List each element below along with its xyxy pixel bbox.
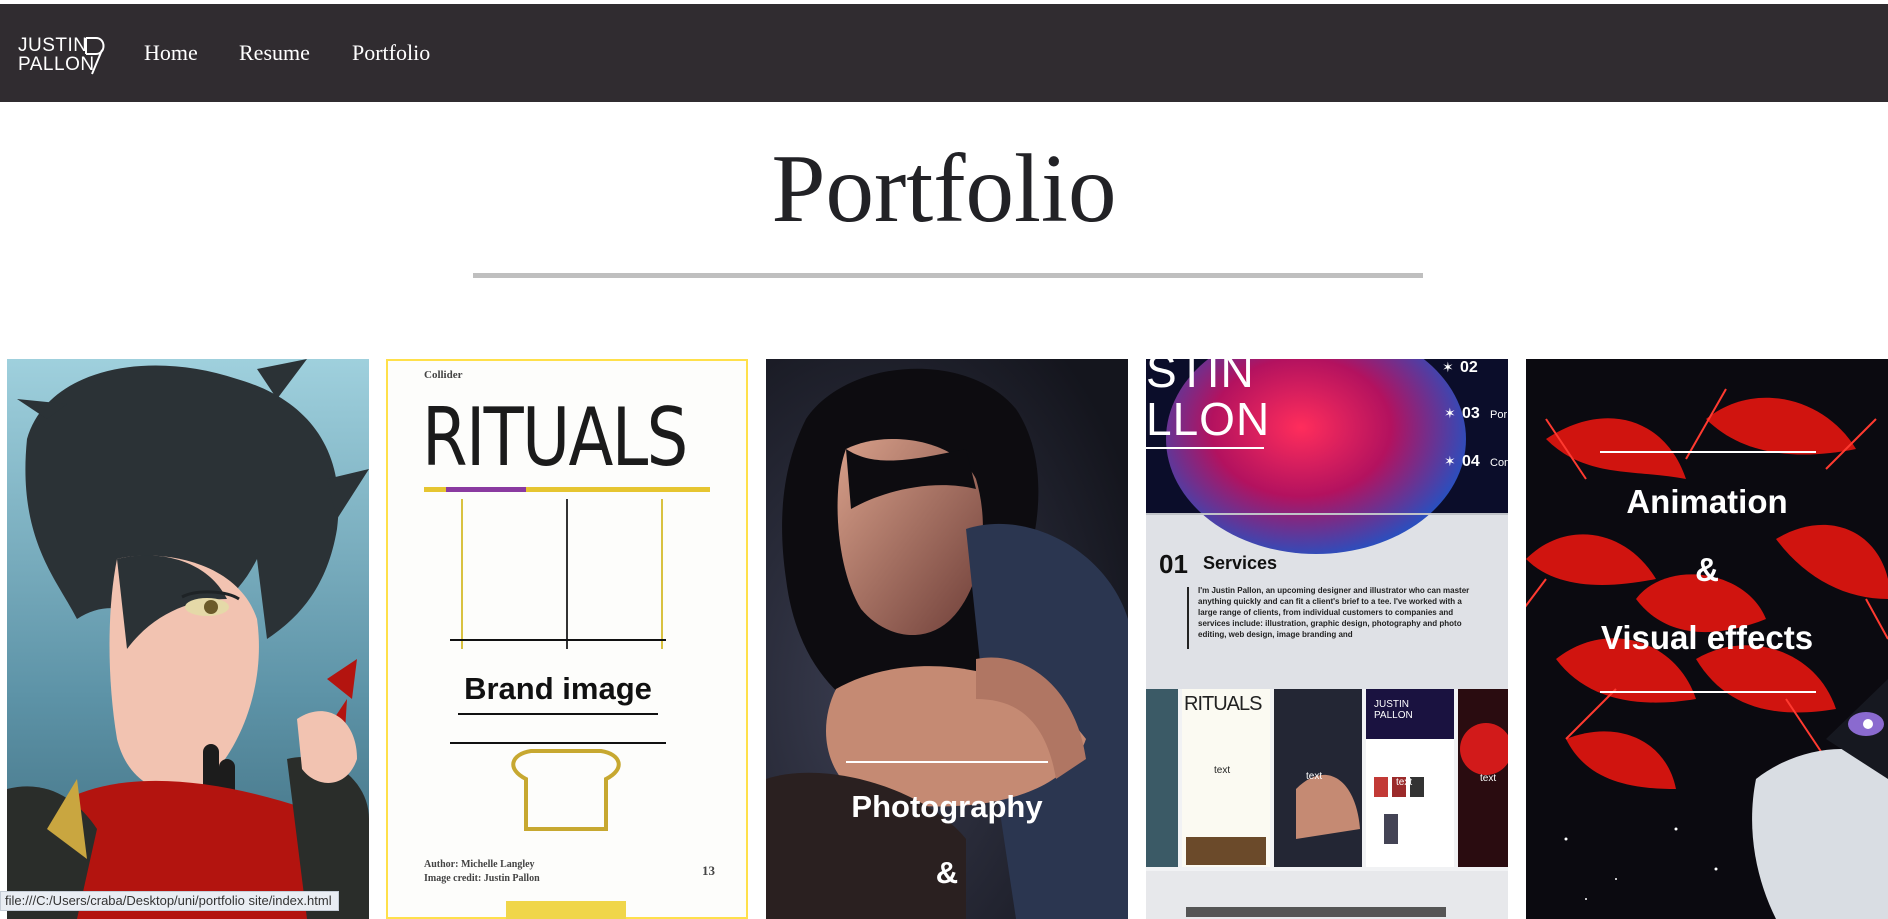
caption-underline [458,713,658,715]
gallery-tile-web-design[interactable]: STIN LLON ✶ 02 ✶ 03 Por ✶ 04 Conta 01 Se… [1146,359,1508,919]
caption-top-rule [1600,451,1816,453]
magazine-label: Collider [424,369,463,381]
tile-caption-ampersand: & [935,855,959,890]
mockup-menu-star-icon: ✶ [1444,405,1456,421]
mockup-section-number: 01 [1159,549,1188,579]
mockup-thumb-text: text [1480,773,1497,784]
gallery-tile-photography[interactable]: Photography & [766,359,1128,919]
mockup-logo-underline [1146,447,1264,449]
gallery-tile-animation[interactable]: Animation & Visual effects [1526,359,1888,919]
gallery-tile-illustration[interactable] [7,359,369,919]
magazine-credit: Image credit: Justin Pallon [424,873,540,884]
mockup-logo-line-2: LLON [1146,393,1271,445]
navbar: JUSTIN PALLON Home Resume Portfolio [0,4,1888,102]
title-divider [473,273,1423,278]
logo-line-1: JUSTIN [18,35,88,56]
mockup-logo-line-1: STIN [1146,359,1255,397]
mockup-section-title: Services [1203,553,1278,573]
mockup-thumb-text: text [1396,777,1413,788]
mockup-menu-num-1: 02 [1460,359,1478,376]
caption-overline [846,761,1048,763]
magazine-page-number: 13 [702,863,715,878]
nav-link-portfolio[interactable]: Portfolio [352,40,430,66]
magazine-title: RITUALS [422,391,688,484]
mockup-thumb-title: RITUALS [1184,693,1262,715]
mockup-thumb-logo: JUSTIN PALLON [1374,699,1413,721]
browser-status-url: file:///C:/Users/craba/Desktop/uni/portf… [0,891,339,911]
page-title: Portfolio [771,135,1117,242]
mockup-body-text: I'm Justin Pallon, an upcoming designer … [1198,586,1470,639]
site-logo[interactable]: JUSTIN PALLON [18,34,108,76]
mockup-menu-num-3: 04 [1462,453,1480,470]
mockup-menu-num-2: 03 [1462,405,1480,422]
mockup-menu-label-2: Por [1490,409,1508,421]
mockup-thumb-text: text [1214,765,1231,776]
logo-p-mark-icon [85,37,105,75]
tile-caption-photography: Photography [851,789,1043,824]
tile-caption-brand-image: Brand image [464,671,652,706]
mockup-menu-label-3: Conta [1490,457,1508,469]
mockup-menu-star-icon: ✶ [1444,453,1456,469]
gallery-tile-brand-image[interactable]: Collider RITUALS Brand image Author: Mic… [386,359,748,919]
illustration-image [7,359,369,919]
tile-caption-visual-effects: Visual effects [1600,619,1814,656]
mockup-thumb-text: text [1306,771,1323,782]
tile-caption-ampersand: & [1695,551,1719,588]
nav-link-home[interactable]: Home [144,40,198,66]
magazine-author: Author: Michelle Langley [424,859,535,870]
caption-bottom-rule [1600,691,1816,693]
nav-link-resume[interactable]: Resume [239,40,310,66]
tile-caption-animation: Animation [1626,483,1788,520]
mockup-menu-star-icon: ✶ [1442,359,1454,375]
portrait-photo-image [766,359,1128,919]
